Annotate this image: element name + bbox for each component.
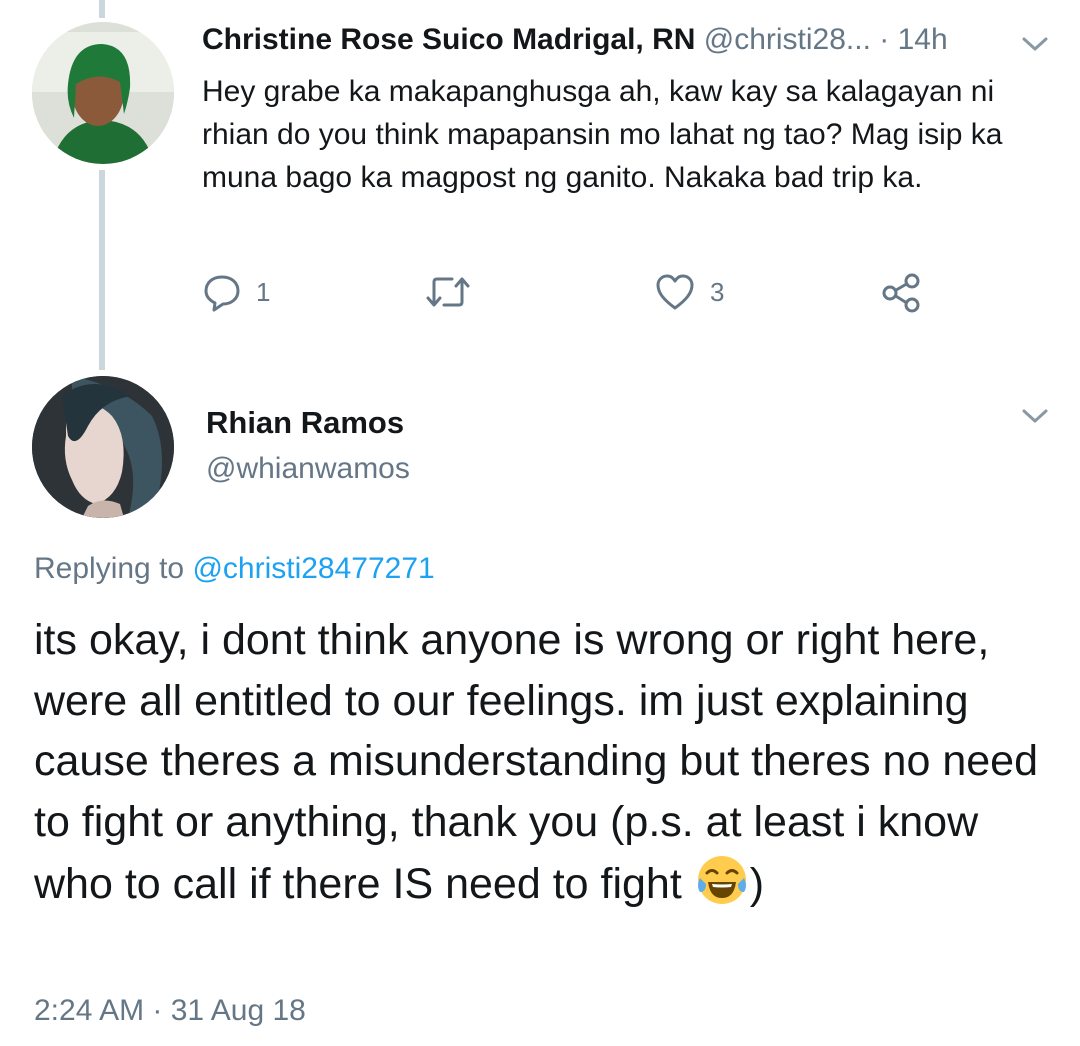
tweet2-timestamp[interactable]: 2:24 AM · 31 Aug 18 xyxy=(34,994,306,1028)
reply-icon xyxy=(204,275,240,312)
tweet2-text-end: ) xyxy=(749,860,765,908)
like-button[interactable]: 3 xyxy=(654,272,724,312)
replying-handle-link[interactable]: @christi28477271 xyxy=(192,552,434,585)
thread-line xyxy=(99,170,105,370)
tears-of-joy-emoji xyxy=(697,856,746,904)
replying-prefix: Replying to xyxy=(34,552,193,585)
reply-button[interactable]: 1 xyxy=(202,272,270,312)
heart-icon xyxy=(656,274,694,310)
retweet-button[interactable] xyxy=(424,272,472,312)
tweet1-handle[interactable]: @christi28... xyxy=(704,23,871,56)
like-count: 3 xyxy=(710,276,725,307)
tweet2-author-name[interactable]: Rhian Ramos xyxy=(206,405,404,441)
share-icon xyxy=(882,273,920,313)
thread-line-top xyxy=(99,0,105,18)
tweet1-text: Hey grabe ka makapanghusga ah, kaw kay s… xyxy=(202,75,1003,194)
share-button[interactable] xyxy=(880,272,922,314)
tweet2-handle[interactable]: @whianwamos xyxy=(206,452,410,486)
rhian-avatar[interactable] xyxy=(32,376,174,518)
tweet1-author-name[interactable]: Christine Rose Suico Madrigal, RN xyxy=(202,23,695,56)
chevron-down-icon[interactable] xyxy=(1020,34,1050,54)
christine-avatar[interactable] xyxy=(32,22,174,164)
chevron-down-icon[interactable] xyxy=(1020,406,1050,426)
reply-count: 1 xyxy=(256,276,271,307)
replying-to: Replying to @christi28477271 xyxy=(34,552,435,586)
retweet-icon xyxy=(426,277,470,307)
tweet2-text: its okay, i dont think anyone is wrong o… xyxy=(34,610,1044,915)
tweet1-actions: 1 3 xyxy=(202,272,962,316)
tweet1-time[interactable]: · 14h xyxy=(879,23,947,56)
tweet2-text-body: its okay, i dont think anyone is wrong o… xyxy=(34,616,1038,908)
tweet1-header: Christine Rose Suico Madrigal, RN @chris… xyxy=(202,20,1002,60)
